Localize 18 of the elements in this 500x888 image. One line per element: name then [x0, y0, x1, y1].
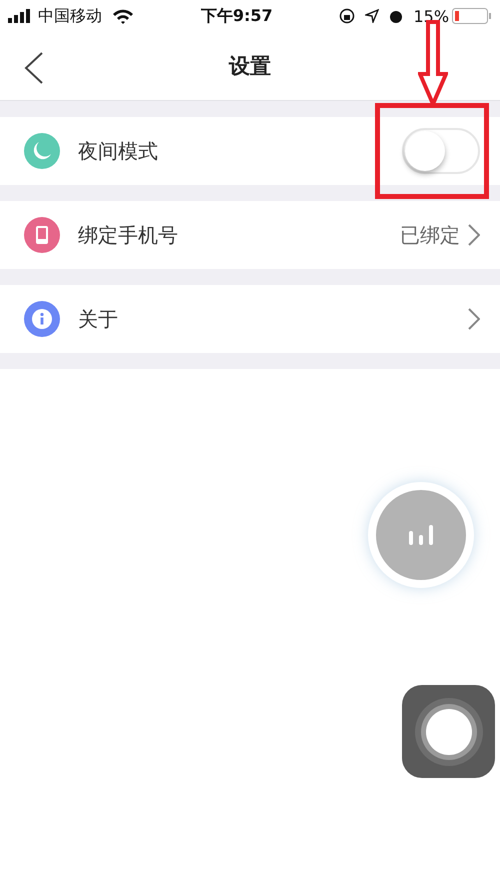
rotation-lock-icon — [339, 8, 356, 24]
location-icon — [365, 9, 380, 23]
chevron-icon — [468, 308, 480, 330]
bars-icon — [407, 523, 435, 547]
night-mode-switch[interactable] — [402, 128, 480, 174]
page-title: 设置 — [229, 53, 271, 80]
setting-value: 已绑定 — [400, 222, 460, 248]
assistive-touch-button[interactable] — [402, 685, 495, 778]
clock-time: 下午9:57 — [200, 6, 273, 26]
chevron-icon — [468, 224, 480, 246]
setting-label: 绑定手机号 — [78, 222, 179, 248]
back-icon[interactable] — [24, 52, 44, 84]
setting-label: 夜间模式 — [78, 138, 159, 164]
battery-icon — [452, 8, 492, 24]
ring-icon — [414, 696, 484, 766]
carrier-name: 中国移动 — [38, 6, 102, 26]
setting-label: 关于 — [78, 306, 119, 332]
wifi-icon — [112, 8, 134, 24]
